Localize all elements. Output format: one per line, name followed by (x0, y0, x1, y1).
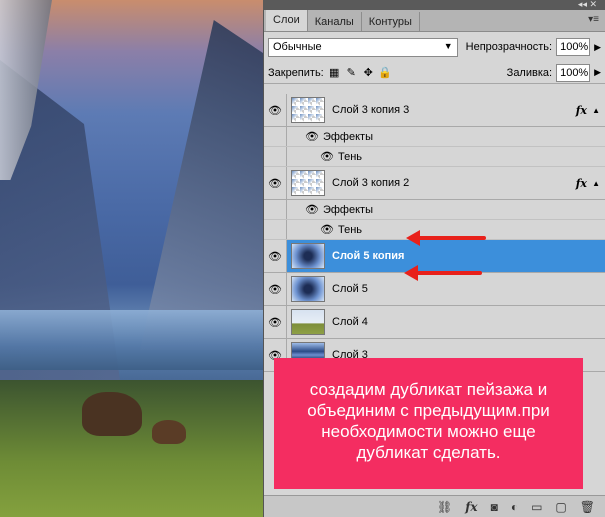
layer-name: Слой 3 копия 2 (332, 177, 410, 189)
bear-cub (152, 420, 186, 444)
mountain-right (140, 20, 263, 350)
eye-column-blank (264, 147, 287, 166)
lock-move-icon[interactable]: ✥ (362, 66, 375, 79)
landscape-background (0, 0, 263, 517)
panel-bottom-bar: ⛓ fx ◙ ◐ ▭ ▢ 🗑 (264, 495, 605, 517)
opacity-label: Непрозрачность: (465, 41, 553, 53)
expand-arrow-icon[interactable]: ▲ (592, 179, 600, 188)
eye-column-blank (264, 200, 287, 219)
effects-label: Эффекты (322, 130, 373, 143)
red-arrow-pointer (406, 230, 486, 246)
layer-thumbnail (291, 170, 325, 196)
lock-label: Закрепить: (268, 66, 324, 79)
panel-menu-icon[interactable]: ▾≡ (588, 14, 599, 25)
trash-icon[interactable]: 🗑 (580, 500, 595, 514)
eye-icon[interactable]: 👁 (264, 94, 287, 126)
fx-add-icon[interactable]: fx (465, 500, 477, 514)
layer-name: Слой 5 копия (332, 250, 405, 262)
fill-arrow-icon[interactable]: ▶ (594, 67, 601, 78)
lock-all-icon[interactable]: 🔒 (378, 66, 392, 79)
layer-name: Слой 4 (332, 316, 368, 328)
effects-row[interactable]: 👁 Эффекты (264, 127, 605, 147)
eye-icon[interactable]: 👁 (305, 130, 319, 143)
layer-row[interactable]: 👁 Слой 5 (264, 273, 605, 306)
layer-row[interactable]: 👁 Слой 3 копия 2 fx ▲ (264, 167, 605, 200)
collapse-icon[interactable]: ◂◂ ✕ (578, 0, 597, 10)
dropdown-arrow-icon: ▼ (443, 40, 453, 51)
panel-tabbar: Слои Каналы Контуры ▾≡ (264, 10, 605, 32)
bear (82, 392, 142, 436)
effects-row[interactable]: 👁 Эффекты (264, 200, 605, 220)
expand-arrow-icon[interactable]: ▲ (592, 106, 600, 115)
effect-name: Тень (337, 223, 362, 236)
fill-label: Заливка: (506, 66, 553, 79)
fill-field[interactable]: 100% (556, 63, 591, 82)
eye-icon[interactable]: 👁 (264, 167, 287, 199)
fx-icon[interactable]: fx (576, 104, 587, 117)
layer-row-selected[interactable]: 👁 Слой 5 копия (264, 240, 605, 273)
blend-row: Обычные ▼ Непрозрачность: 100% ▶ (264, 32, 605, 62)
layer-thumbnail (291, 97, 325, 123)
adjustment-layer-icon[interactable]: ◐ (511, 500, 518, 514)
blend-mode-value: Обычные (273, 40, 322, 53)
layer-name: Слой 5 (332, 283, 368, 295)
tab-channels[interactable]: Каналы (308, 12, 362, 31)
eye-icon[interactable]: 👁 (320, 223, 334, 236)
layer-thumbnail (291, 243, 325, 269)
tab-paths[interactable]: Контуры (362, 12, 420, 31)
link-layers-icon[interactable]: ⛓ (437, 500, 452, 514)
tab-layers[interactable]: Слои (266, 10, 308, 31)
effect-shadow-row[interactable]: 👁 Тень (264, 147, 605, 167)
opacity-field[interactable]: 100% (556, 38, 591, 56)
layers-list: 👁 Слой 3 копия 3 fx ▲ 👁 Эффекты 👁 Тень 👁 С… (264, 94, 605, 372)
annotation-note: создадим дубликат пейзажа и объединим с … (274, 358, 583, 489)
eye-icon[interactable]: 👁 (305, 203, 319, 216)
add-mask-icon[interactable]: ◙ (491, 500, 498, 514)
new-layer-icon[interactable]: ▢ (555, 500, 566, 514)
eye-column-blank (264, 220, 287, 239)
eye-icon[interactable]: 👁 (264, 273, 287, 305)
lock-brush-icon[interactable]: ✎ (345, 66, 358, 79)
eye-icon[interactable]: 👁 (264, 306, 287, 338)
eye-column-blank (264, 127, 287, 146)
opacity-arrow-icon[interactable]: ▶ (594, 42, 601, 53)
lock-transparency-icon[interactable]: ▦ (328, 66, 341, 79)
layer-thumbnail (291, 309, 325, 335)
layer-name: Слой 3 копия 3 (332, 104, 410, 116)
effects-label: Эффекты (322, 203, 373, 216)
effect-name: Тень (337, 150, 362, 163)
layer-thumbnail (291, 276, 325, 302)
eye-icon[interactable]: 👁 (264, 240, 287, 272)
red-arrow-pointer (404, 265, 482, 281)
blend-mode-select[interactable]: Обычные ▼ (268, 37, 458, 57)
layer-row[interactable]: 👁 Слой 3 копия 3 fx ▲ (264, 94, 605, 127)
eye-icon[interactable]: 👁 (320, 150, 334, 163)
panel-titlebar: ◂◂ ✕ (263, 0, 605, 10)
lock-row: Закрепить: ▦ ✎ ✥ 🔒 Заливка: 100% ▶ (264, 62, 605, 84)
layer-row[interactable]: 👁 Слой 4 (264, 306, 605, 339)
fx-icon[interactable]: fx (576, 177, 587, 190)
river (0, 310, 263, 370)
new-group-icon[interactable]: ▭ (531, 500, 542, 514)
